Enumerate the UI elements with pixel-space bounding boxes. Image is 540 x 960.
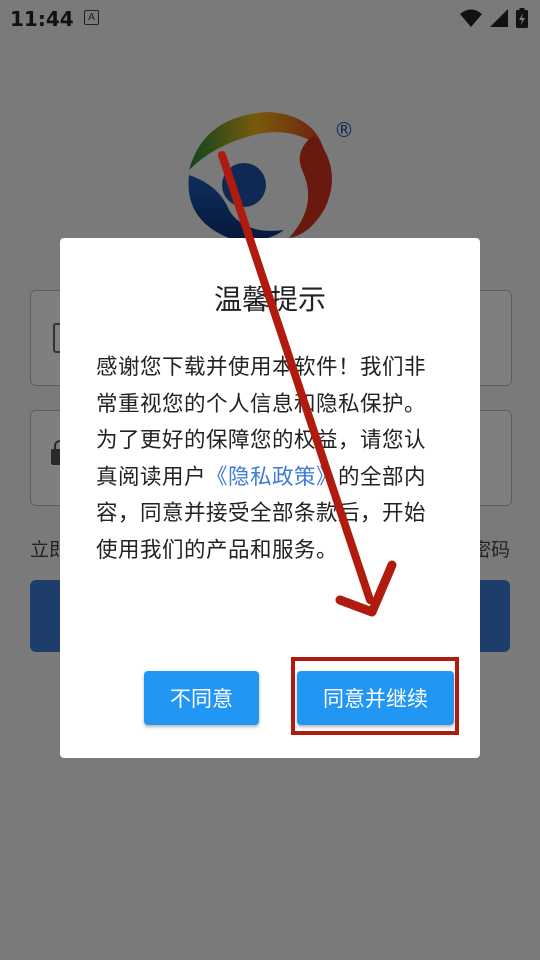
privacy-policy-link[interactable]: 《隐私政策》 <box>206 465 338 490</box>
agree-continue-button[interactable]: 同意并继续 <box>297 671 454 725</box>
dialog-message: 感谢您下载并使用本软件！我们非常重视您的个人信息和隐私保护。为了更好的保障您的权… <box>96 350 446 569</box>
dialog-title: 温馨提示 <box>213 283 326 316</box>
privacy-dialog: 温馨提示 感谢您下载并使用本软件！我们非常重视您的个人信息和隐私保护。为了更好的… <box>60 238 480 758</box>
disagree-button[interactable]: 不同意 <box>144 671 259 725</box>
